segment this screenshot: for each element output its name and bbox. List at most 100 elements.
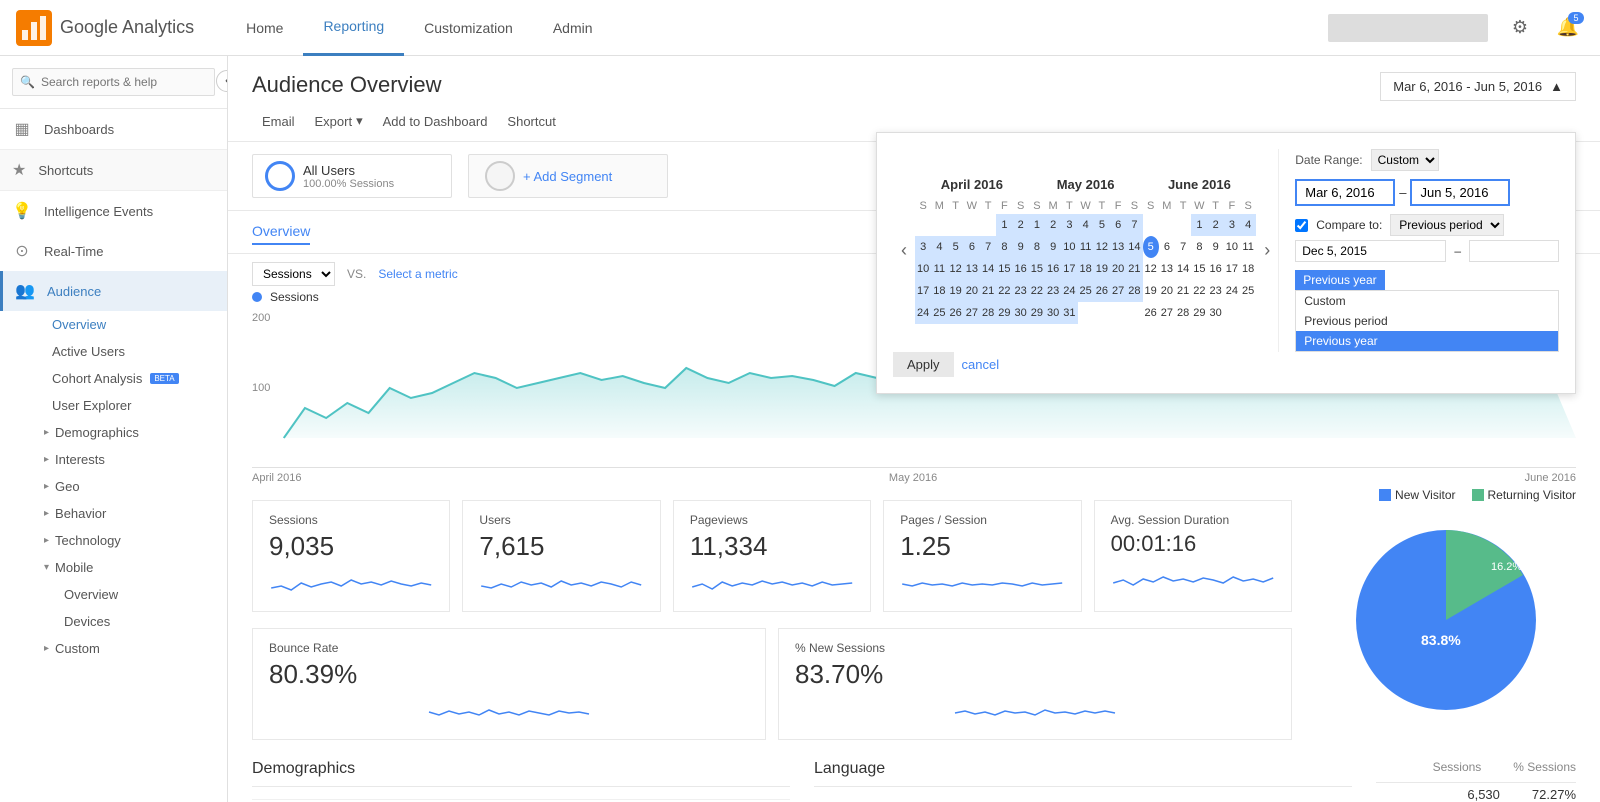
- cal-day[interactable]: 19: [1143, 280, 1159, 302]
- cal-day[interactable]: 9: [1045, 236, 1061, 258]
- cal-day[interactable]: 26: [1143, 302, 1159, 324]
- cal-day[interactable]: 10: [1061, 236, 1077, 258]
- cal-day[interactable]: 12: [1094, 236, 1110, 258]
- cal-day[interactable]: 17: [1224, 258, 1240, 280]
- export-dropdown[interactable]: Export ▾: [305, 109, 373, 133]
- cal-day[interactable]: 12: [948, 258, 964, 280]
- cal-day[interactable]: 30: [1013, 302, 1029, 324]
- cal-day[interactable]: 24: [1224, 280, 1240, 302]
- cal-day[interactable]: 29: [996, 302, 1012, 324]
- cal-day[interactable]: 15: [996, 258, 1012, 280]
- cal-day[interactable]: 6: [1159, 236, 1175, 258]
- sidebar-item-dashboards[interactable]: ▦ Dashboards: [0, 109, 227, 149]
- cal-day[interactable]: 27: [1110, 280, 1126, 302]
- period-option-custom[interactable]: Custom: [1296, 291, 1558, 311]
- cal-day[interactable]: 11: [1240, 236, 1256, 258]
- cal-day-end[interactable]: 5: [1143, 236, 1159, 258]
- cal-day[interactable]: 22: [1191, 280, 1207, 302]
- cal-day[interactable]: 7: [1126, 214, 1142, 236]
- cal-day[interactable]: 6: [964, 236, 980, 258]
- settings-icon[interactable]: ⚙: [1504, 12, 1536, 44]
- cal-day[interactable]: 3: [1061, 214, 1077, 236]
- metric-dropdown[interactable]: Sessions: [252, 262, 335, 286]
- cal-day[interactable]: 15: [1191, 258, 1207, 280]
- cal-day[interactable]: 16: [1013, 258, 1029, 280]
- compare-start-date-input[interactable]: [1295, 240, 1446, 262]
- notifications-icon[interactable]: 🔔 5: [1552, 12, 1584, 44]
- cal-day[interactable]: 14: [1175, 258, 1191, 280]
- cal-day[interactable]: 24: [915, 302, 931, 324]
- period-option-previous-period[interactable]: Previous period: [1296, 311, 1558, 331]
- cal-day[interactable]: 26: [1094, 280, 1110, 302]
- cal-day[interactable]: 12: [1143, 258, 1159, 280]
- date-range-type-select[interactable]: Custom: [1371, 149, 1439, 171]
- start-date-input[interactable]: [1295, 179, 1395, 206]
- add-segment-button[interactable]: + Add Segment: [468, 154, 668, 198]
- cal-day[interactable]: 7: [980, 236, 996, 258]
- cal-day[interactable]: 24: [1061, 280, 1077, 302]
- sidebar-sub-user-explorer[interactable]: User Explorer: [0, 392, 227, 419]
- compare-end-date-input[interactable]: [1469, 240, 1559, 262]
- cal-day[interactable]: 15: [1029, 258, 1045, 280]
- sidebar-sub-mobile-devices[interactable]: Devices: [0, 608, 227, 635]
- cal-day[interactable]: 18: [1240, 258, 1256, 280]
- cal-day[interactable]: 28: [1126, 280, 1142, 302]
- search-input[interactable]: [12, 68, 215, 96]
- sidebar-sub-technology[interactable]: Technology: [0, 527, 227, 554]
- period-option-previous-year[interactable]: Previous year: [1296, 331, 1558, 351]
- cal-day[interactable]: 23: [1208, 280, 1224, 302]
- cal-day[interactable]: 8: [1191, 236, 1207, 258]
- cal-day[interactable]: 14: [980, 258, 996, 280]
- cal-day[interactable]: 21: [980, 280, 996, 302]
- sidebar-sub-active-users[interactable]: Active Users: [0, 338, 227, 365]
- sidebar-sub-cohort[interactable]: Cohort Analysis BETA: [0, 365, 227, 392]
- calendar-next-btn[interactable]: ›: [1256, 240, 1278, 261]
- cancel-link[interactable]: cancel: [962, 357, 1000, 372]
- cal-day[interactable]: 17: [915, 280, 931, 302]
- end-date-input[interactable]: [1410, 179, 1510, 206]
- sidebar-item-shortcuts[interactable]: ★ Shortcuts: [12, 160, 215, 180]
- calendar-prev-btn[interactable]: ‹: [893, 240, 915, 261]
- sidebar-sub-geo[interactable]: Geo: [0, 473, 227, 500]
- cal-day[interactable]: 22: [996, 280, 1012, 302]
- cal-day[interactable]: 20: [1110, 258, 1126, 280]
- cal-day[interactable]: 16: [1045, 258, 1061, 280]
- cal-day[interactable]: 26: [948, 302, 964, 324]
- nav-customization[interactable]: Customization: [404, 0, 533, 56]
- cal-day[interactable]: 21: [1175, 280, 1191, 302]
- cal-day[interactable]: 3: [915, 236, 931, 258]
- cal-day[interactable]: 1: [1191, 214, 1207, 236]
- cal-day[interactable]: 2: [1045, 214, 1061, 236]
- cal-day[interactable]: 29: [1191, 302, 1207, 324]
- cal-day[interactable]: 5: [1094, 214, 1110, 236]
- sidebar-sub-custom[interactable]: Custom: [0, 635, 227, 662]
- sidebar-sub-overview[interactable]: Overview: [0, 311, 227, 338]
- cal-day[interactable]: 10: [1224, 236, 1240, 258]
- cal-day[interactable]: 8: [996, 236, 1012, 258]
- cal-day[interactable]: 11: [1078, 236, 1094, 258]
- cal-day[interactable]: 18: [1078, 258, 1094, 280]
- cal-day[interactable]: 13: [1159, 258, 1175, 280]
- sidebar-item-audience[interactable]: 👥 Audience: [0, 271, 227, 311]
- cal-day[interactable]: 21: [1126, 258, 1142, 280]
- cal-day[interactable]: 1: [996, 214, 1012, 236]
- email-button[interactable]: Email: [252, 110, 305, 133]
- cal-day[interactable]: 2: [1208, 214, 1224, 236]
- cal-day[interactable]: 22: [1029, 280, 1045, 302]
- add-to-dashboard-button[interactable]: Add to Dashboard: [373, 110, 498, 133]
- cal-day[interactable]: 30: [1208, 302, 1224, 324]
- cal-day[interactable]: 7: [1175, 236, 1191, 258]
- cal-day[interactable]: 31: [1061, 302, 1077, 324]
- cal-day[interactable]: 18: [931, 280, 947, 302]
- cal-day[interactable]: 19: [1094, 258, 1110, 280]
- cal-day[interactable]: 28: [980, 302, 996, 324]
- cal-day[interactable]: 19: [948, 280, 964, 302]
- apply-button[interactable]: Apply: [893, 352, 954, 377]
- cal-day[interactable]: 9: [1208, 236, 1224, 258]
- cal-day[interactable]: 14: [1126, 236, 1142, 258]
- cal-day[interactable]: 2: [1013, 214, 1029, 236]
- sidebar-item-intelligence[interactable]: 💡 Intelligence Events: [0, 191, 227, 231]
- cal-day[interactable]: 16: [1208, 258, 1224, 280]
- cal-day[interactable]: 5: [948, 236, 964, 258]
- account-selector[interactable]: [1328, 14, 1488, 42]
